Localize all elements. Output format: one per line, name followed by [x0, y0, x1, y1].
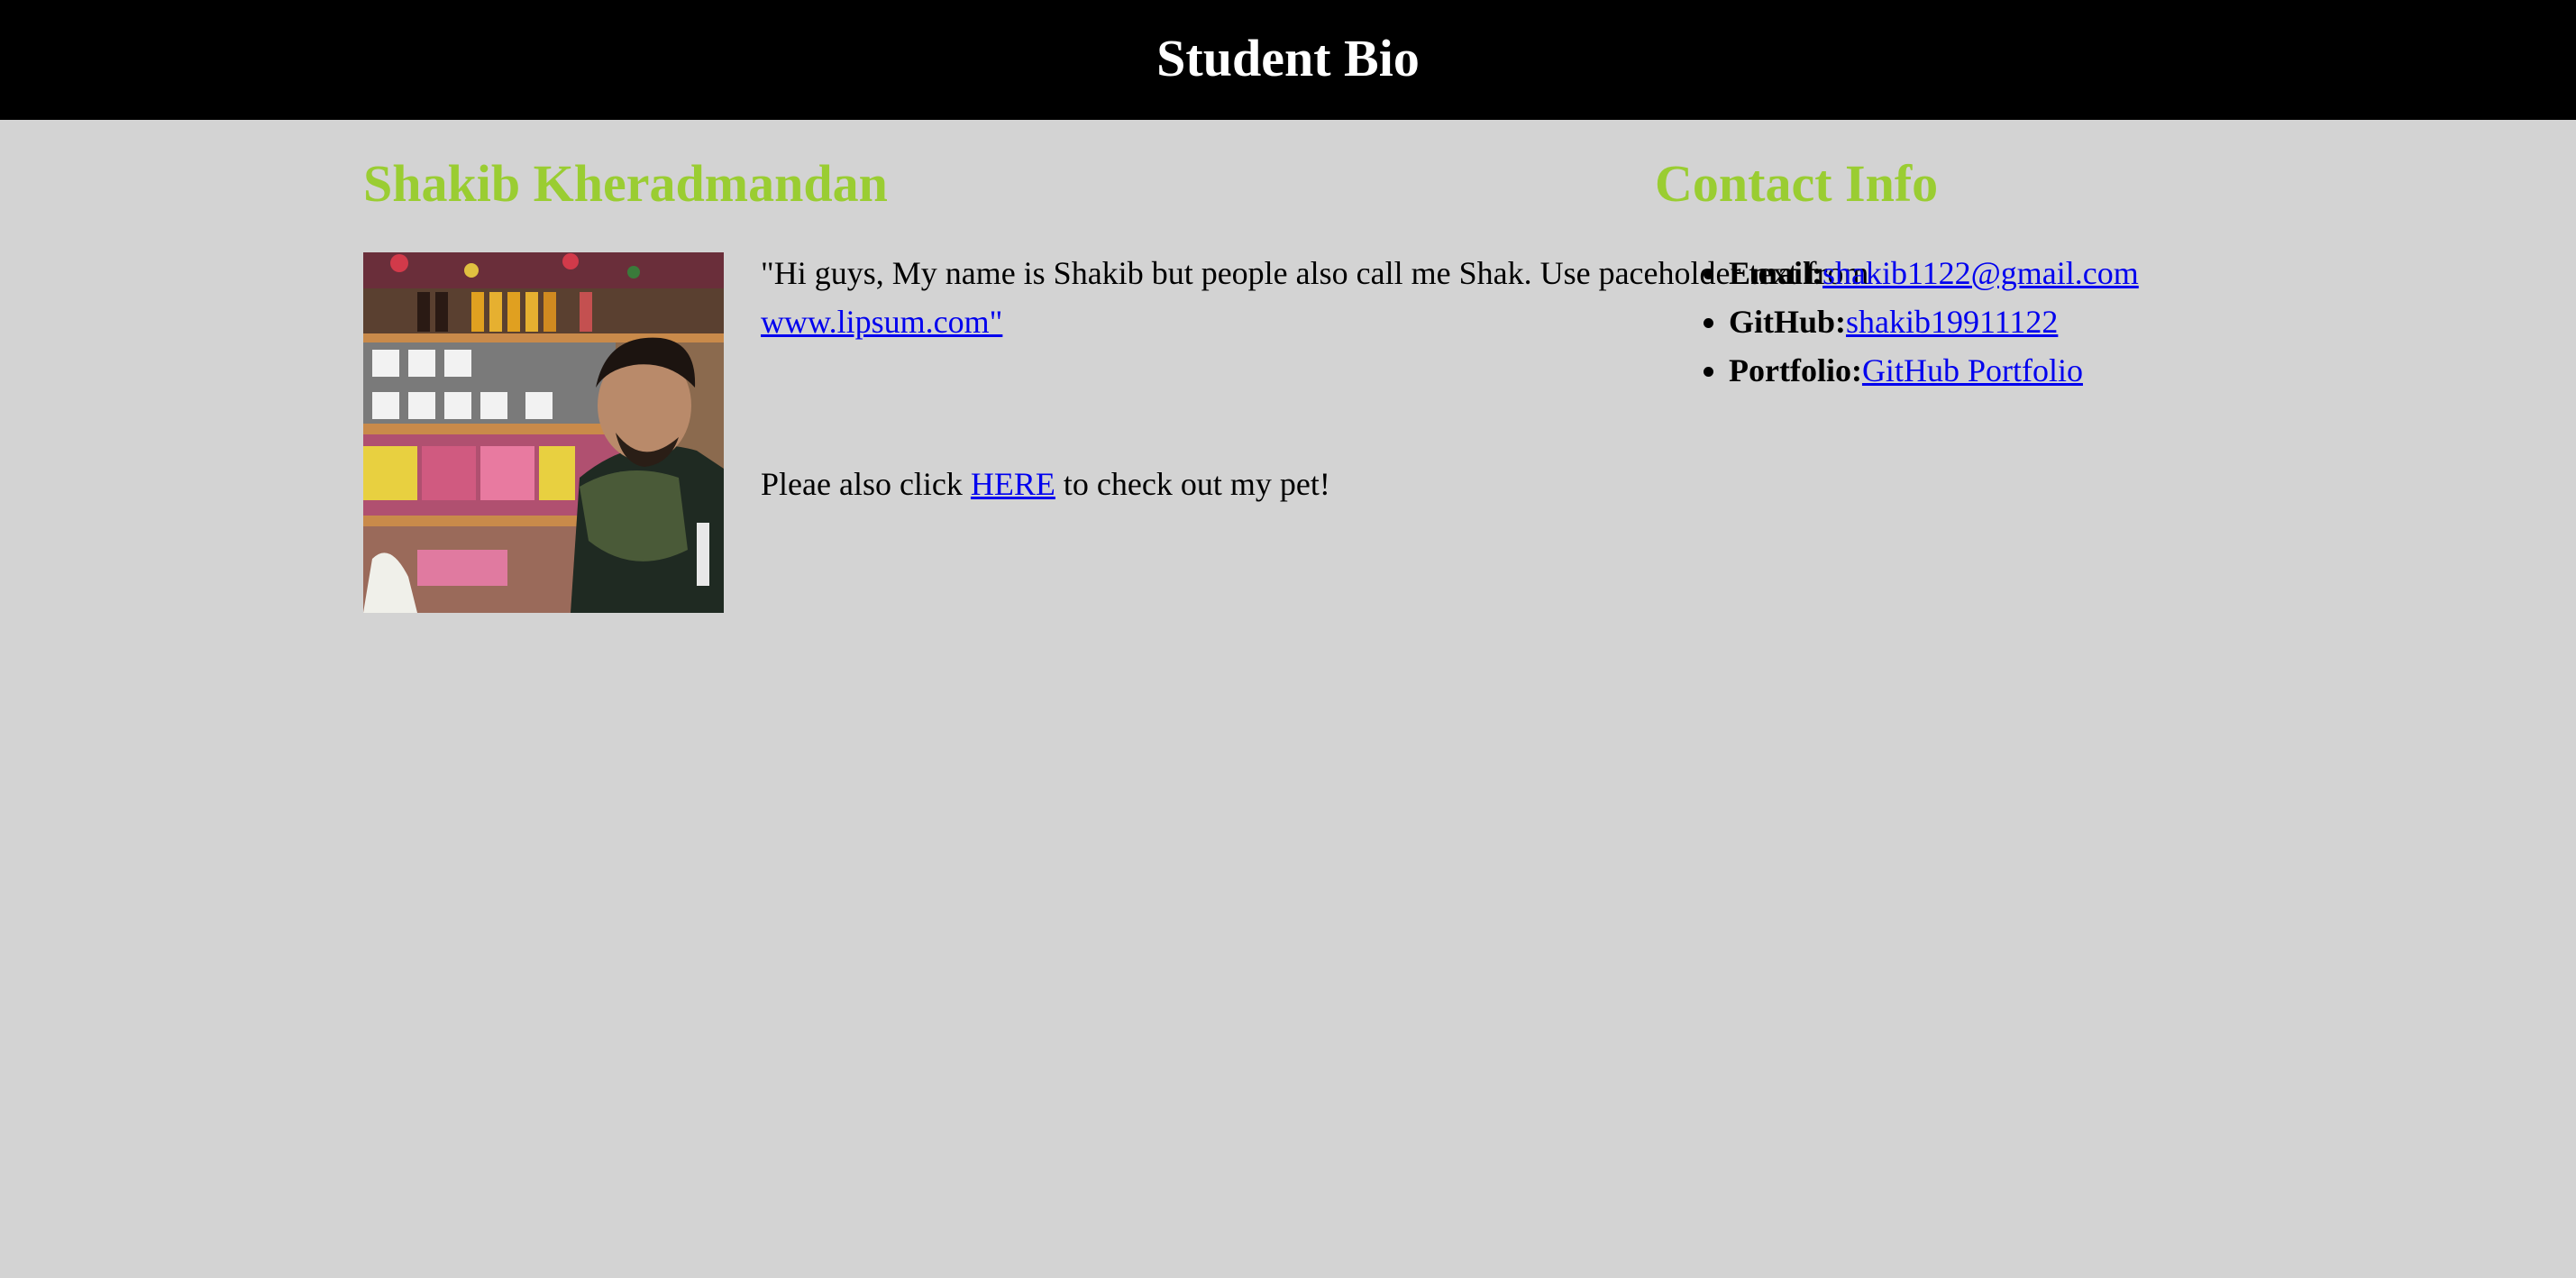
contact-label: Email: [1729, 255, 1822, 291]
contact-list: Email:shakib1122@gmail.com GitHub:shakib… [1655, 249, 2520, 395]
contact-item-portfolio: Portfolio:GitHub Portfolio [1729, 346, 2520, 395]
pet-link[interactable]: HERE [971, 466, 1055, 502]
page-header: Student Bio [0, 0, 2576, 120]
profile-photo [363, 252, 724, 613]
lipsum-link[interactable]: www.lipsum.com" [761, 304, 1002, 340]
contact-item-email: Email:shakib1122@gmail.com [1729, 249, 2520, 297]
bio-section: Shakib Kheradmandan "Hi guys, My name is… [363, 148, 1868, 613]
pet-paragraph: Pleae also click HERE to check out my pe… [761, 460, 1969, 508]
email-link[interactable]: shakib1122@gmail.com [1822, 255, 2139, 291]
contact-item-github: GitHub:shakib19911122 [1729, 297, 2520, 346]
contact-label: Portfolio: [1729, 352, 1862, 388]
portfolio-link[interactable]: GitHub Portfolio [1862, 352, 2083, 388]
contact-label: GitHub: [1729, 304, 1847, 340]
pet-text-after: to check out my pet! [1055, 466, 1330, 502]
github-link[interactable]: shakib19911122 [1846, 304, 2058, 340]
contact-section: Contact Info Email:shakib1122@gmail.com … [1655, 148, 2520, 395]
page-title: Student Bio [1156, 28, 1420, 87]
student-name: Shakib Kheradmandan [363, 154, 888, 213]
contact-title: Contact Info [1655, 154, 1939, 213]
pet-text-before: Pleae also click [761, 466, 971, 502]
